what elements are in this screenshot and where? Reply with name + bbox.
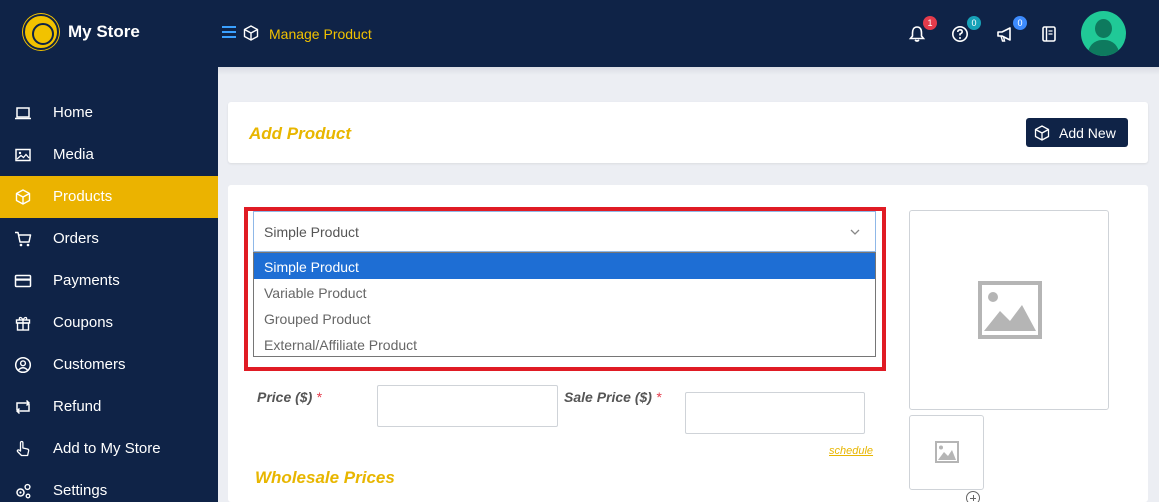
page-title: Add Product [249, 124, 351, 143]
add-gallery-image-icon[interactable] [966, 491, 980, 502]
schedule-link[interactable]: schedule [829, 445, 873, 457]
book-icon[interactable] [1040, 25, 1058, 43]
add-new-button[interactable]: Add New [1026, 118, 1128, 147]
sidebar-item-label: Products [53, 188, 113, 205]
user-circle-icon [14, 356, 32, 374]
add-new-label: Add New [1059, 125, 1116, 141]
option-variable-product[interactable]: Variable Product [254, 279, 875, 305]
image-placeholder-icon [935, 441, 959, 463]
user-avatar[interactable] [1081, 11, 1126, 56]
credit-card-icon [14, 274, 32, 288]
notifications-badge: 1 [923, 16, 937, 30]
option-grouped-product[interactable]: Grouped Product [254, 305, 875, 331]
add-product-header-panel: Add Product Add New [228, 102, 1148, 163]
sale-price-input[interactable] [685, 392, 865, 434]
help-badge: 0 [967, 16, 981, 30]
sidebar-item-label: Orders [53, 230, 99, 247]
sidebar-item-home[interactable]: Home [0, 92, 218, 134]
sidebar-item-orders[interactable]: Orders [0, 218, 218, 260]
sidebar-item-customers[interactable]: Customers [0, 344, 218, 386]
cube-icon [243, 25, 259, 41]
refund-icon [15, 399, 31, 415]
image-placeholder-icon [978, 281, 1042, 339]
sidebar-item-label: Add to My Store [53, 440, 161, 457]
gift-icon [15, 316, 31, 331]
breadcrumb: Manage Product [269, 26, 372, 42]
sidebar-item-products[interactable]: Products [0, 176, 218, 218]
bell-icon[interactable] [908, 25, 926, 43]
chevron-down-icon [850, 229, 860, 235]
top-navbar: My Store Manage Product 1 0 0 [0, 0, 1159, 67]
help-icon[interactable] [951, 25, 969, 43]
option-simple-product[interactable]: Simple Product [254, 253, 875, 279]
sidebar-item-label: Media [53, 146, 94, 163]
sidebar-item-media[interactable]: Media [0, 134, 218, 176]
sale-price-label: Sale Price ($) * [564, 389, 662, 405]
hand-pointer-icon [16, 440, 30, 457]
gallery-image-upload[interactable] [909, 415, 984, 490]
sidebar-item-payments[interactable]: Payments [0, 260, 218, 302]
megaphone-icon[interactable] [996, 25, 1014, 43]
menu-toggle-icon[interactable] [222, 26, 236, 38]
sidebar-item-add-to-my-store[interactable]: Add to My Store [0, 428, 218, 470]
cart-icon [15, 231, 32, 247]
sidebar-item-label: Home [53, 104, 94, 121]
store-name[interactable]: My Store [68, 22, 140, 42]
announcements-badge: 0 [1013, 16, 1027, 30]
wholesale-prices-title: Wholesale Prices [255, 468, 395, 487]
product-type-select[interactable]: Simple Product [253, 211, 876, 252]
price-input[interactable] [377, 385, 558, 427]
product-type-dropdown: Simple Product Variable Product Grouped … [253, 252, 876, 357]
sidebar-item-label: Refund [53, 398, 102, 415]
sidebar-item-label: Settings [53, 482, 108, 499]
sidebar-item-settings[interactable]: Settings [0, 470, 218, 502]
option-external-affiliate-product[interactable]: External/Affiliate Product [254, 331, 875, 357]
sidebar-item-coupons[interactable]: Coupons [0, 302, 218, 344]
store-logo[interactable] [23, 14, 59, 50]
sidebar-item-label: Coupons [53, 314, 114, 331]
laptop-icon [15, 107, 31, 120]
cube-icon [15, 189, 31, 205]
header-shadow [218, 67, 1159, 75]
required-mark: * [655, 389, 662, 405]
featured-image-upload[interactable] [909, 210, 1109, 410]
sidebar-item-label: Customers [53, 356, 126, 373]
sidebar-item-refund[interactable]: Refund [0, 386, 218, 428]
image-icon [15, 148, 31, 162]
product-type-value: Simple Product [264, 224, 359, 240]
required-mark: * [316, 389, 322, 405]
cube-icon [1034, 125, 1050, 141]
cogs-icon [16, 483, 31, 499]
price-label: Price ($) * [257, 389, 322, 405]
sidebar: Home Media Products Orders Payments Coup… [0, 67, 218, 502]
sidebar-item-label: Payments [53, 272, 120, 289]
